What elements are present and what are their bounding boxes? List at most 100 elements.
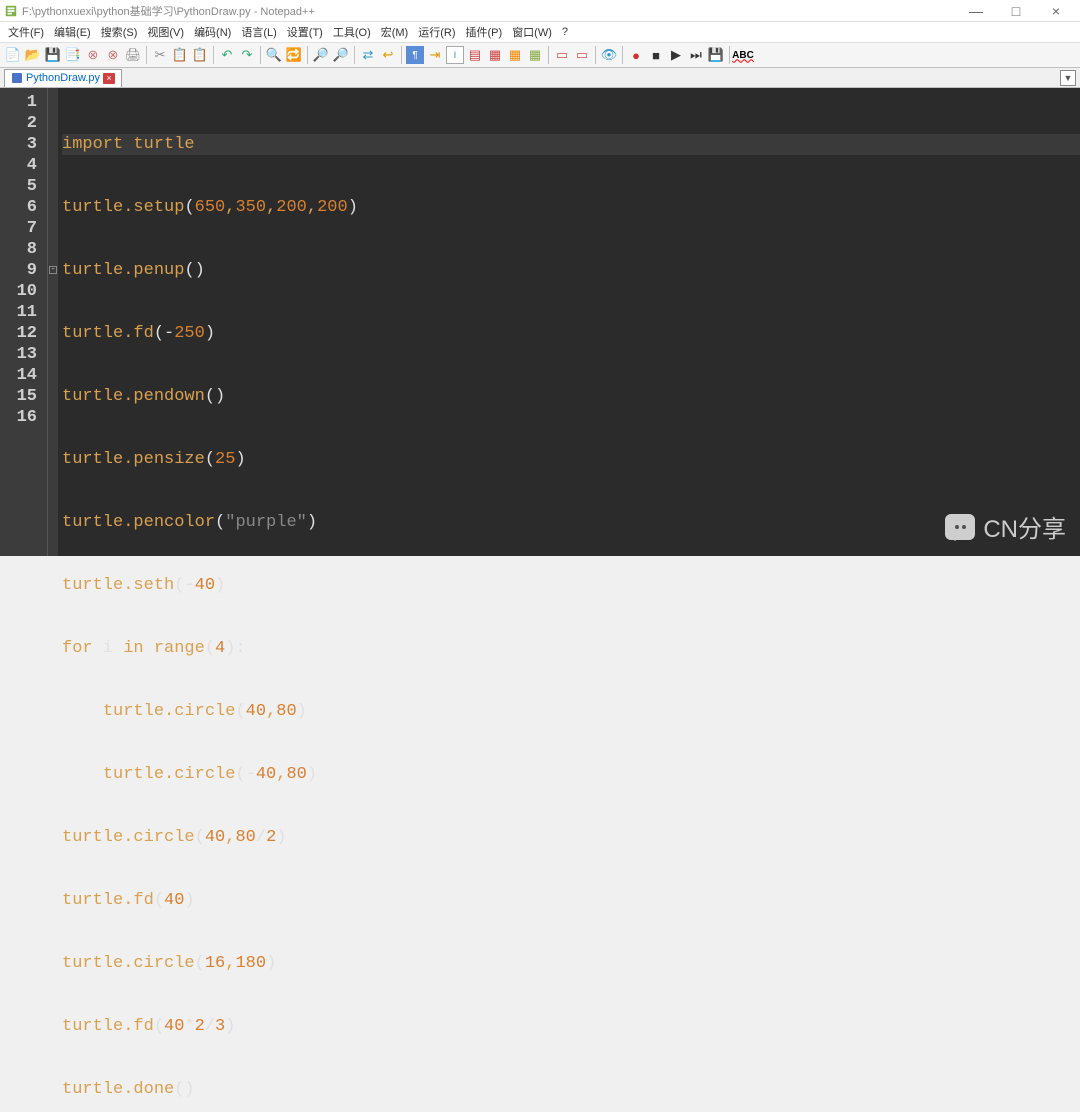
stop-icon[interactable]: ■ [647, 46, 665, 64]
code-area[interactable]: import turtle turtle.setup(650,350,200,2… [58, 88, 1080, 556]
line-number: 4 [0, 155, 37, 176]
line-number: 11 [0, 302, 37, 323]
toolbar-separator [622, 46, 623, 64]
menu-run[interactable]: 运行(R) [414, 22, 459, 42]
line-number: 14 [0, 365, 37, 386]
menu-file[interactable]: 文件(F) [4, 22, 48, 42]
line-number: 12 [0, 323, 37, 344]
code-line: turtle.done() [62, 1079, 1080, 1100]
menu-help[interactable]: ? [558, 24, 572, 40]
tab-overflow-icon[interactable]: ▼ [1060, 70, 1076, 86]
toolbar-separator [401, 46, 402, 64]
tab-close-icon[interactable]: × [103, 73, 115, 84]
code-line: turtle.circle(16,180) [62, 953, 1080, 974]
watermark-text: CN分享 [983, 509, 1066, 544]
titlebar: F:\pythonxuexi\python基础学习\PythonDraw.py … [0, 0, 1080, 22]
toolbar-separator [729, 46, 730, 64]
watermark: CN分享 [945, 509, 1066, 544]
comment-icon[interactable]: ▦ [506, 46, 524, 64]
window-controls: — □ × [956, 1, 1076, 21]
line-number: 3 [0, 134, 37, 155]
menu-view[interactable]: 视图(V) [143, 22, 188, 42]
menu-tools[interactable]: 工具(O) [329, 22, 375, 42]
file-tab[interactable]: PythonDraw.py × [4, 69, 122, 87]
language-icon[interactable]: Ⅰ [446, 46, 464, 64]
copy-icon[interactable]: 📋 [171, 46, 189, 64]
paste-icon[interactable]: 📋 [191, 46, 209, 64]
code-line: turtle.pendown() [62, 386, 1080, 407]
find-icon[interactable]: 🔍 [265, 46, 283, 64]
hidden-icon[interactable]: ▦ [526, 46, 544, 64]
code-editor[interactable]: 1 2 3 4 5 6 7 8 9 10 11 12 13 14 15 16 -… [0, 88, 1080, 556]
line-number: 10 [0, 281, 37, 302]
toolbar-separator [595, 46, 596, 64]
code-line: turtle.circle(-40,80) [62, 764, 1080, 785]
new-file-icon[interactable]: 📄 [4, 46, 22, 64]
wrap-icon[interactable]: ↩ [379, 46, 397, 64]
toolbar-separator [213, 46, 214, 64]
menu-window[interactable]: 窗口(W) [508, 22, 556, 42]
menu-language[interactable]: 语言(L) [237, 22, 280, 42]
line-number: 9 [0, 260, 37, 281]
code-line: turtle.pensize(25) [62, 449, 1080, 470]
playmulti-icon[interactable]: ⏭ [687, 46, 705, 64]
close-button[interactable]: × [1036, 1, 1076, 21]
app-icon [4, 4, 18, 18]
unfoldall-icon[interactable]: ▦ [486, 46, 504, 64]
cut-icon[interactable]: ✂ [151, 46, 169, 64]
code-line: import turtle [62, 134, 1080, 155]
play-icon[interactable]: ▶ [667, 46, 685, 64]
doc-icon[interactable]: ▭ [573, 46, 591, 64]
closeall-icon[interactable]: ⊗ [104, 46, 122, 64]
zoomout-icon[interactable]: 🔎 [332, 46, 350, 64]
code-line: turtle.penup() [62, 260, 1080, 281]
code-line: turtle.fd(-250) [62, 323, 1080, 344]
open-file-icon[interactable]: 📂 [24, 46, 42, 64]
save-icon[interactable]: 💾 [44, 46, 62, 64]
code-line: for i in range(4): [62, 638, 1080, 659]
saveall-icon[interactable]: 📑 [64, 46, 82, 64]
line-number: 16 [0, 407, 37, 428]
line-number: 6 [0, 197, 37, 218]
spellcheck-icon[interactable]: ABC [734, 46, 752, 64]
savemacro-icon[interactable]: 💾 [707, 46, 725, 64]
window-title: F:\pythonxuexi\python基础学习\PythonDraw.py … [22, 3, 956, 19]
toolbar-separator [146, 46, 147, 64]
foldall-icon[interactable]: ▤ [466, 46, 484, 64]
toolbar: 📄 📂 💾 📑 ⊗ ⊗ 🖨 ✂ 📋 📋 ↶ ↷ 🔍 🔁 🔎 🔎 ⇄ ↩ ¶ ⇥ … [0, 42, 1080, 68]
code-line: turtle.fd(40*2/3) [62, 1016, 1080, 1037]
line-number: 5 [0, 176, 37, 197]
zoomin-icon[interactable]: 🔎 [312, 46, 330, 64]
replace-icon[interactable]: 🔁 [285, 46, 303, 64]
menu-encoding[interactable]: 编码(N) [190, 22, 235, 42]
toolbar-separator [548, 46, 549, 64]
menu-macro[interactable]: 宏(M) [377, 22, 413, 42]
monitor-icon[interactable]: 👁 [600, 46, 618, 64]
line-number: 2 [0, 113, 37, 134]
code-line: turtle.seth(-40) [62, 575, 1080, 596]
fold-column: - [48, 88, 58, 556]
maximize-button[interactable]: □ [996, 1, 1036, 21]
allchars-icon[interactable]: ¶ [406, 46, 424, 64]
tab-filename: PythonDraw.py [26, 72, 100, 84]
line-number: 7 [0, 218, 37, 239]
line-number: 1 [0, 92, 37, 113]
menu-edit[interactable]: 编辑(E) [50, 22, 95, 42]
sync-icon[interactable]: ⇄ [359, 46, 377, 64]
line-number: 13 [0, 344, 37, 365]
fold-toggle-icon[interactable]: - [49, 266, 57, 274]
doc-icon[interactable]: ▭ [553, 46, 571, 64]
close-file-icon[interactable]: ⊗ [84, 46, 102, 64]
file-icon [11, 72, 23, 84]
redo-icon[interactable]: ↷ [238, 46, 256, 64]
record-icon[interactable]: ● [627, 46, 645, 64]
indent-icon[interactable]: ⇥ [426, 46, 444, 64]
menu-search[interactable]: 搜索(S) [97, 22, 142, 42]
menu-plugins[interactable]: 插件(P) [462, 22, 507, 42]
undo-icon[interactable]: ↶ [218, 46, 236, 64]
print-icon[interactable]: 🖨 [124, 46, 142, 64]
minimize-button[interactable]: — [956, 1, 996, 21]
toolbar-separator [260, 46, 261, 64]
line-number-gutter: 1 2 3 4 5 6 7 8 9 10 11 12 13 14 15 16 [0, 88, 48, 556]
menu-settings[interactable]: 设置(T) [283, 22, 327, 42]
